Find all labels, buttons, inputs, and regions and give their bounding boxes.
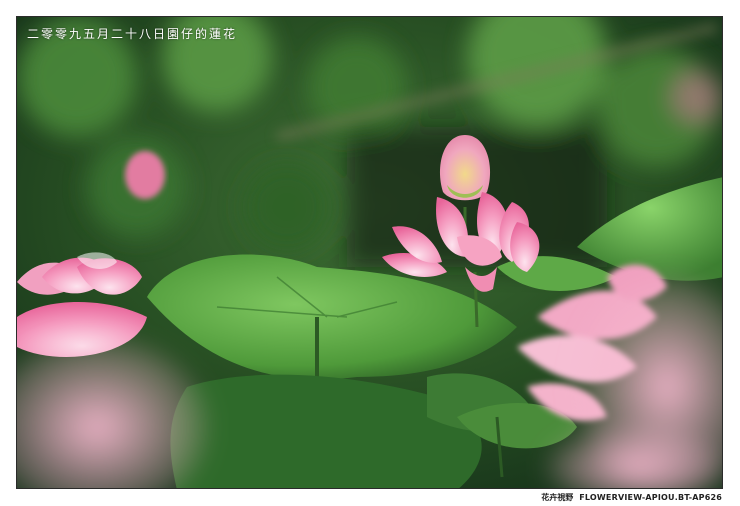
lotus-bud-icon	[125, 151, 165, 199]
watermark: 花卉視野 FLOWERVIEW-APIOU.BT-AP626	[541, 492, 722, 503]
watermark-brand: 花卉視野	[541, 493, 574, 502]
lotus-scene	[17, 17, 722, 488]
photo-caption: 二零零九五月二十八日園仔的蓮花	[27, 27, 238, 41]
photo-frame: 二零零九五月二十八日園仔的蓮花 花卉視野 FLOWERVIEW-APIOU.BT…	[0, 0, 740, 506]
watermark-url: FLOWERVIEW-APIOU.BT-AP626	[579, 493, 722, 502]
lotus-photo: 二零零九五月二十八日園仔的蓮花	[16, 16, 723, 489]
